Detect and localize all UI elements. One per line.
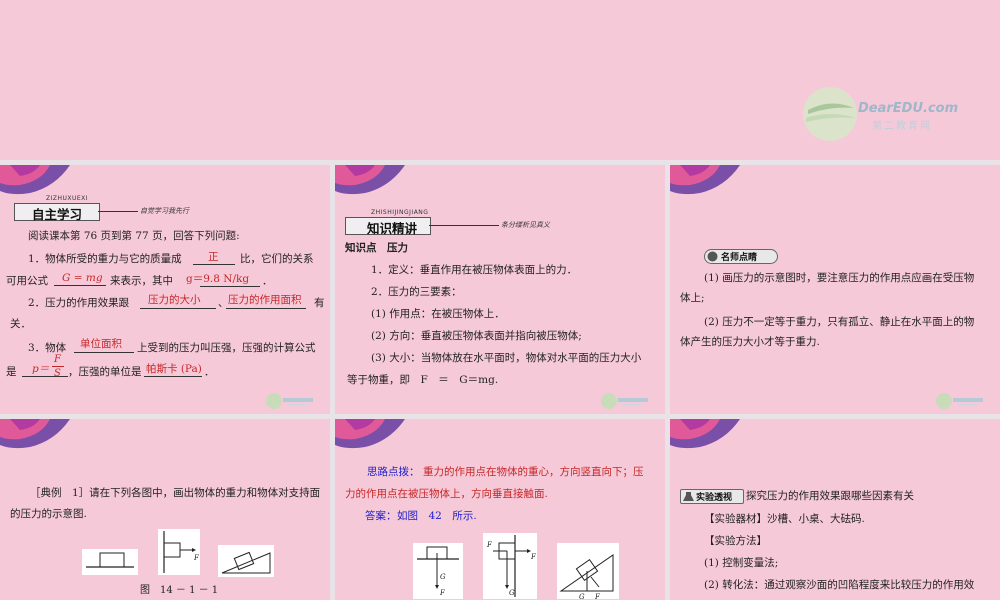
answer-text: 如图 42 所示. [397,510,477,522]
q3-text-b: 上受到的压力叫压强，压强的计算公式 [137,342,316,354]
q3-text-c: 是 [6,366,17,378]
banner-slogan: 条分缕析见真义 [501,221,550,229]
hint-label: 思路点拨： [367,466,420,478]
flower-decoration-icon [0,419,70,449]
dearedu-mini-logo-icon [601,393,648,409]
flower-decoration-icon [335,419,405,449]
g-label: G [579,593,585,600]
banner-title: 自主学习 [32,207,83,222]
knowledge-line-3: (1) 作用点：在被压物体上． [371,308,505,320]
experiment-line-2: 【实验方法】 [704,535,767,547]
knowledge-line-1: 1．定义：垂直作用在被压物体表面上的力． [371,264,578,276]
q1-text-c: 可用公式 [6,275,48,287]
q3-text-d: ，压强的单位是 [68,366,142,378]
example-figures: F [82,529,274,577]
q1-text-d: 来表示，其中 [110,275,173,287]
slide-example: ［典例 1］请在下列各图中，画出物体的重力和物体对支持面 的压力的示意图. F … [0,419,330,600]
banner-slogan: 自觉学习我先行 [140,207,189,215]
q2-text: 2．压力的作用效果跟 [28,297,130,309]
q3-text-e: ． [204,366,215,378]
q1-formula: G = mg [62,272,103,284]
q1-text-e: ． [262,275,273,287]
flower-decoration-icon [670,419,740,449]
section-banner: ZIZHUXUEXI 自主学习 自觉学习我先行 [14,195,224,222]
example-line-a: ［典例 1］请在下列各图中，画出物体的重力和物体对支持面 [30,487,321,499]
q1-g-value: g＝9.8 N/kg [186,273,250,285]
knowledge-line-2: 2．压力的三要素： [371,286,462,298]
hint-line-a: 重力的作用点在物体的重心，方向竖直向下；压 [423,466,644,478]
answer-figures: G F F F G G F [413,533,619,600]
tip-1-line-a: (1) 画压力的示意图时，要注意压力的作用点应画在受压物 [704,272,975,284]
q3-formula-numerator: F [54,354,61,365]
teacher-tips-badge: 名师点睛 [704,249,778,264]
badge-icon [707,251,718,262]
figure-caption: 图 14 － 1 － 1 [140,585,219,596]
badge-label: 实验透视 [696,493,733,503]
q1-text: 1．物体所受的重力与它的质量成 [28,253,182,265]
q2-text-c: 关． [10,318,31,330]
knowledge-line-4: (2) 方向：垂直被压物体表面并指向被压物体; [371,330,582,342]
experiment-title: 探究压力的作用效果跟哪些因素有关 [746,490,914,502]
logo-sub: 第二教育网 [872,121,932,132]
slide-answer: 思路点拨： 重力的作用点在物体的重心，方向竖直向下；压 力的作用点在被压物体上，… [335,419,665,600]
q2-answer-1: 压力的大小 [148,294,201,306]
q1-text-b: 比，它们的关系 [240,253,314,265]
q3-formula-p: p＝ [32,363,50,375]
hint-line-b: 力的作用点在被压物体上，方向垂直接触面. [345,488,548,500]
g-label: G [509,589,515,597]
slide-experiment: 实验透视 探究压力的作用效果跟哪些因素有关 【实验器材】沙槽、小桌、大砝码. 【… [670,419,1000,600]
tip-2-line-a: (2) 压力不一定等于重力，只有孤立、静止在水平面上的物 [704,316,975,328]
flower-decoration-icon [670,165,740,195]
banner-pinyin: ZIZHUXUEXI [46,195,89,202]
knowledge-line-5: (3) 大小：当物体放在水平面时，物体对水平面的压力大小 [371,352,642,364]
slide-teacher-tips: 名师点睛 (1) 画压力的示意图时，要注意压力的作用点应画在受压物 体上; (2… [670,165,1000,414]
banner-pinyin: ZHISHIJINGJIANG [371,209,429,216]
logo-brand: DearEDU.com [858,101,959,116]
dearedu-mini-logo-icon [266,393,313,409]
dearedu-mini-logo-icon [936,393,983,409]
tip-1-line-b: 体上; [680,292,705,304]
q3-formula-denominator: S [54,368,61,379]
badge-label: 名师点睛 [721,253,758,263]
q1-answer: 正 [208,251,219,263]
slide-self-study: ZIZHUXUEXI 自主学习 自觉学习我先行 阅读课本第 76 页到第 77 … [0,165,330,414]
flower-decoration-icon [335,165,405,195]
experiment-line-3: (1) 控制变量法; [704,557,779,569]
knowledge-line-6: 等于物重，即 F ＝ G＝mg. [347,374,499,386]
answer-label: 答案： [365,510,397,522]
intro-text: 阅读课本第 76 页到第 77 页，回答下列问题: [28,230,240,242]
q2-text-b: 有 [314,297,325,309]
banner-title: 知识精讲 [367,221,418,236]
g-label: G [440,573,446,581]
knowledge-heading: 知识点 压力 [345,242,408,254]
q3-answer: 单位面积 [80,338,122,350]
slide-knowledge: ZHISHIJINGJIANG 知识精讲 条分缕析见真义 知识点 压力 1．定义… [335,165,665,414]
experiment-badge: 实验透视 [680,489,744,504]
top-slide: DearEDU.com 第二教育网 [0,0,1000,163]
experiment-line-1: 【实验器材】沙槽、小桌、大砝码. [704,513,865,525]
flask-icon [683,492,694,501]
experiment-line-4: (2) 转化法：通过观察沙面的凹陷程度来比较压力的作用效 [704,579,975,591]
example-line-b: 的压力的示意图. [10,508,87,520]
q2-answer-2: 压力的作用面积 [228,294,302,306]
section-banner: ZHISHIJINGJIANG 知识精讲 条分缕析见真义 [345,209,565,236]
tip-2-line-b: 体产生的压力大小才等于重力. [680,336,820,348]
q3-unit: 帕斯卡 (Pa) [146,363,202,375]
